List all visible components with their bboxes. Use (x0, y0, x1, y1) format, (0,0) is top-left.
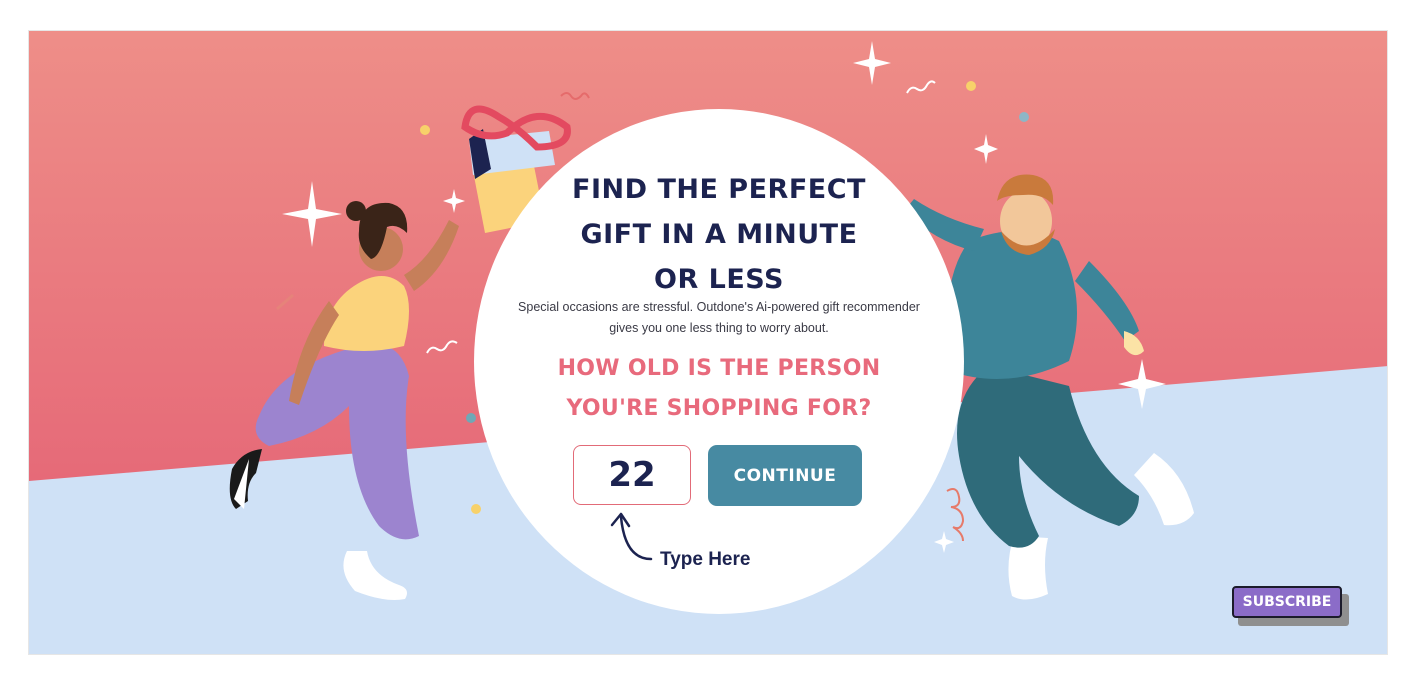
question-line: HOW OLD IS THE PERSON (557, 356, 881, 381)
subscribe-widget: SUBSCRIBE (1232, 586, 1349, 626)
page-title: FIND THE PERFECT GIFT IN A MINUTE OR LES… (569, 167, 869, 302)
age-input[interactable] (573, 445, 691, 505)
hero-banner: FIND THE PERFECT GIFT IN A MINUTE OR LES… (28, 30, 1388, 655)
subtitle: Special occasions are stressful. Outdone… (499, 297, 939, 339)
curved-arrow-icon (610, 512, 653, 561)
age-question: HOW OLD IS THE PERSON YOU'RE SHOPPING FO… (549, 349, 889, 429)
title-line: FIND THE PERFECT (572, 174, 866, 205)
continue-button[interactable]: CONTINUE (708, 445, 862, 506)
subtitle-line: gives you one less thing to worry about. (609, 321, 829, 335)
type-here-hint: Type Here (660, 549, 751, 570)
question-line: YOU'RE SHOPPING FOR? (566, 396, 872, 421)
title-line: OR LESS (654, 264, 784, 295)
title-line: GIFT IN A MINUTE (580, 219, 858, 250)
subtitle-line: Special occasions are stressful. Outdone… (518, 300, 920, 314)
subscribe-button[interactable]: SUBSCRIBE (1232, 586, 1342, 618)
